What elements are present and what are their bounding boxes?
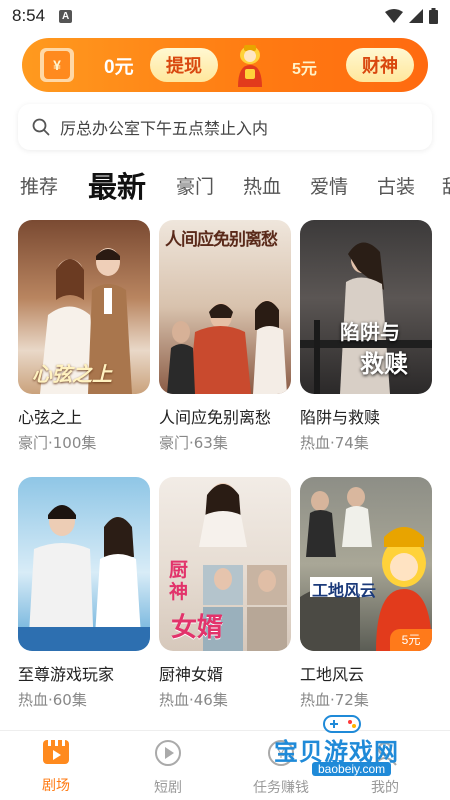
drama-meta: 热血·74集 <box>300 434 369 452</box>
drama-poster[interactable] <box>18 477 150 651</box>
drama-card[interactable]: 工地风云 5元 工地风云 热血·72集 <box>300 477 432 709</box>
drama-poster[interactable]: 陷阱与 救赎 <box>300 220 432 394</box>
nav-short-drama[interactable]: 短剧 <box>123 739 213 797</box>
drama-meta: 热血·60集 <box>18 691 87 709</box>
drama-card[interactable]: 陷阱与 救赎 陷阱与救赎 热血·74集 <box>300 220 432 452</box>
site-watermark: 宝贝游戏网 baobeiy.com <box>272 715 422 782</box>
drama-title: 工地风云 <box>300 665 365 684</box>
tab-recommend[interactable]: 推荐 <box>20 172 58 199</box>
drama-poster[interactable]: 厨神 女婿 <box>159 477 291 651</box>
drama-title: 至尊游戏玩家 <box>18 665 115 684</box>
nav-label: 剧场 <box>42 778 70 794</box>
status-icons <box>385 8 438 24</box>
poster-title-art: 救赎 <box>360 350 408 378</box>
drama-title: 陷阱与救赎 <box>300 408 381 427</box>
cash-amount: 0元 <box>104 57 134 78</box>
watermark-url: baobeiy.com <box>312 762 392 776</box>
drama-meta: 豪门·63集 <box>159 434 228 452</box>
red-packet-icon: ¥ <box>40 48 74 82</box>
drama-meta: 豪门·100集 <box>18 434 97 452</box>
signal-icon <box>409 9 423 23</box>
status-time: 8:54 <box>12 6 46 25</box>
search-icon <box>32 118 50 136</box>
drama-card[interactable]: 心弦之上 心弦之上 豪门·100集 <box>18 220 150 452</box>
caishen-button[interactable]: 财神 <box>346 48 414 82</box>
poster-title-art: 人间应免别离愁 <box>165 230 278 250</box>
film-icon <box>43 740 69 764</box>
drama-meta: 热血·46集 <box>159 691 228 709</box>
poster-title-art: 工地风云 <box>312 581 377 600</box>
tab-aiqing[interactable]: 爱情 <box>310 172 348 199</box>
poster-title-art: 心弦之上 <box>32 362 112 386</box>
drama-poster[interactable]: 工地风云 5元 <box>300 477 432 651</box>
drama-meta: 热血·72集 <box>300 691 369 709</box>
category-tabs: 推荐 最新 豪门 热血 爱情 古装 甜 <box>0 160 450 206</box>
wifi-icon <box>385 9 403 23</box>
caishen-god-icon <box>238 45 262 87</box>
search-bar[interactable]: 厉总办公室下午五点禁止入内 <box>18 104 432 150</box>
poster-title-art: 女婿 <box>171 613 224 643</box>
status-bar: 8:54 A <box>0 0 450 32</box>
drama-card[interactable]: 至尊游戏玩家 热血·60集 <box>18 477 150 709</box>
poster-title-art: 厨神 <box>169 559 189 603</box>
tab-latest[interactable]: 最新 <box>88 164 146 206</box>
tab-rexue[interactable]: 热血 <box>243 172 281 199</box>
search-placeholder: 厉总办公室下午五点禁止入内 <box>60 119 269 138</box>
poster-title-art: 陷阱与 <box>340 320 400 344</box>
reward-banner[interactable]: ¥ 0元 提现 5元 财神 <box>22 38 428 92</box>
play-circle-icon <box>155 740 181 766</box>
drama-title: 人间应免别离愁 <box>159 408 272 427</box>
drama-card[interactable]: 厨神 女婿 厨神女婿 热血·46集 <box>159 477 291 709</box>
drama-card[interactable]: 人间应免别离愁 人间应免别离愁 豪门·63集 <box>159 220 291 452</box>
tab-sweet[interactable]: 甜 <box>442 172 450 199</box>
gamepad-icon <box>323 715 361 733</box>
drama-poster[interactable]: 心弦之上 <box>18 220 150 394</box>
withdraw-button[interactable]: 提现 <box>150 48 218 82</box>
drama-title: 心弦之上 <box>18 408 83 427</box>
drama-poster[interactable]: 人间应免别离愁 <box>159 220 291 394</box>
tab-haomen[interactable]: 豪门 <box>176 172 214 199</box>
nav-theater[interactable]: 剧场 <box>11 739 101 795</box>
nav-label: 短剧 <box>154 780 182 796</box>
tab-guzhuang[interactable]: 古装 <box>377 172 415 199</box>
notification-a-icon: A <box>59 9 73 23</box>
drama-title: 厨神女婿 <box>159 665 224 684</box>
caishen-reward-amount: 5元 <box>292 61 317 78</box>
reward-badge: 5元 <box>390 629 432 651</box>
battery-icon <box>429 8 438 24</box>
